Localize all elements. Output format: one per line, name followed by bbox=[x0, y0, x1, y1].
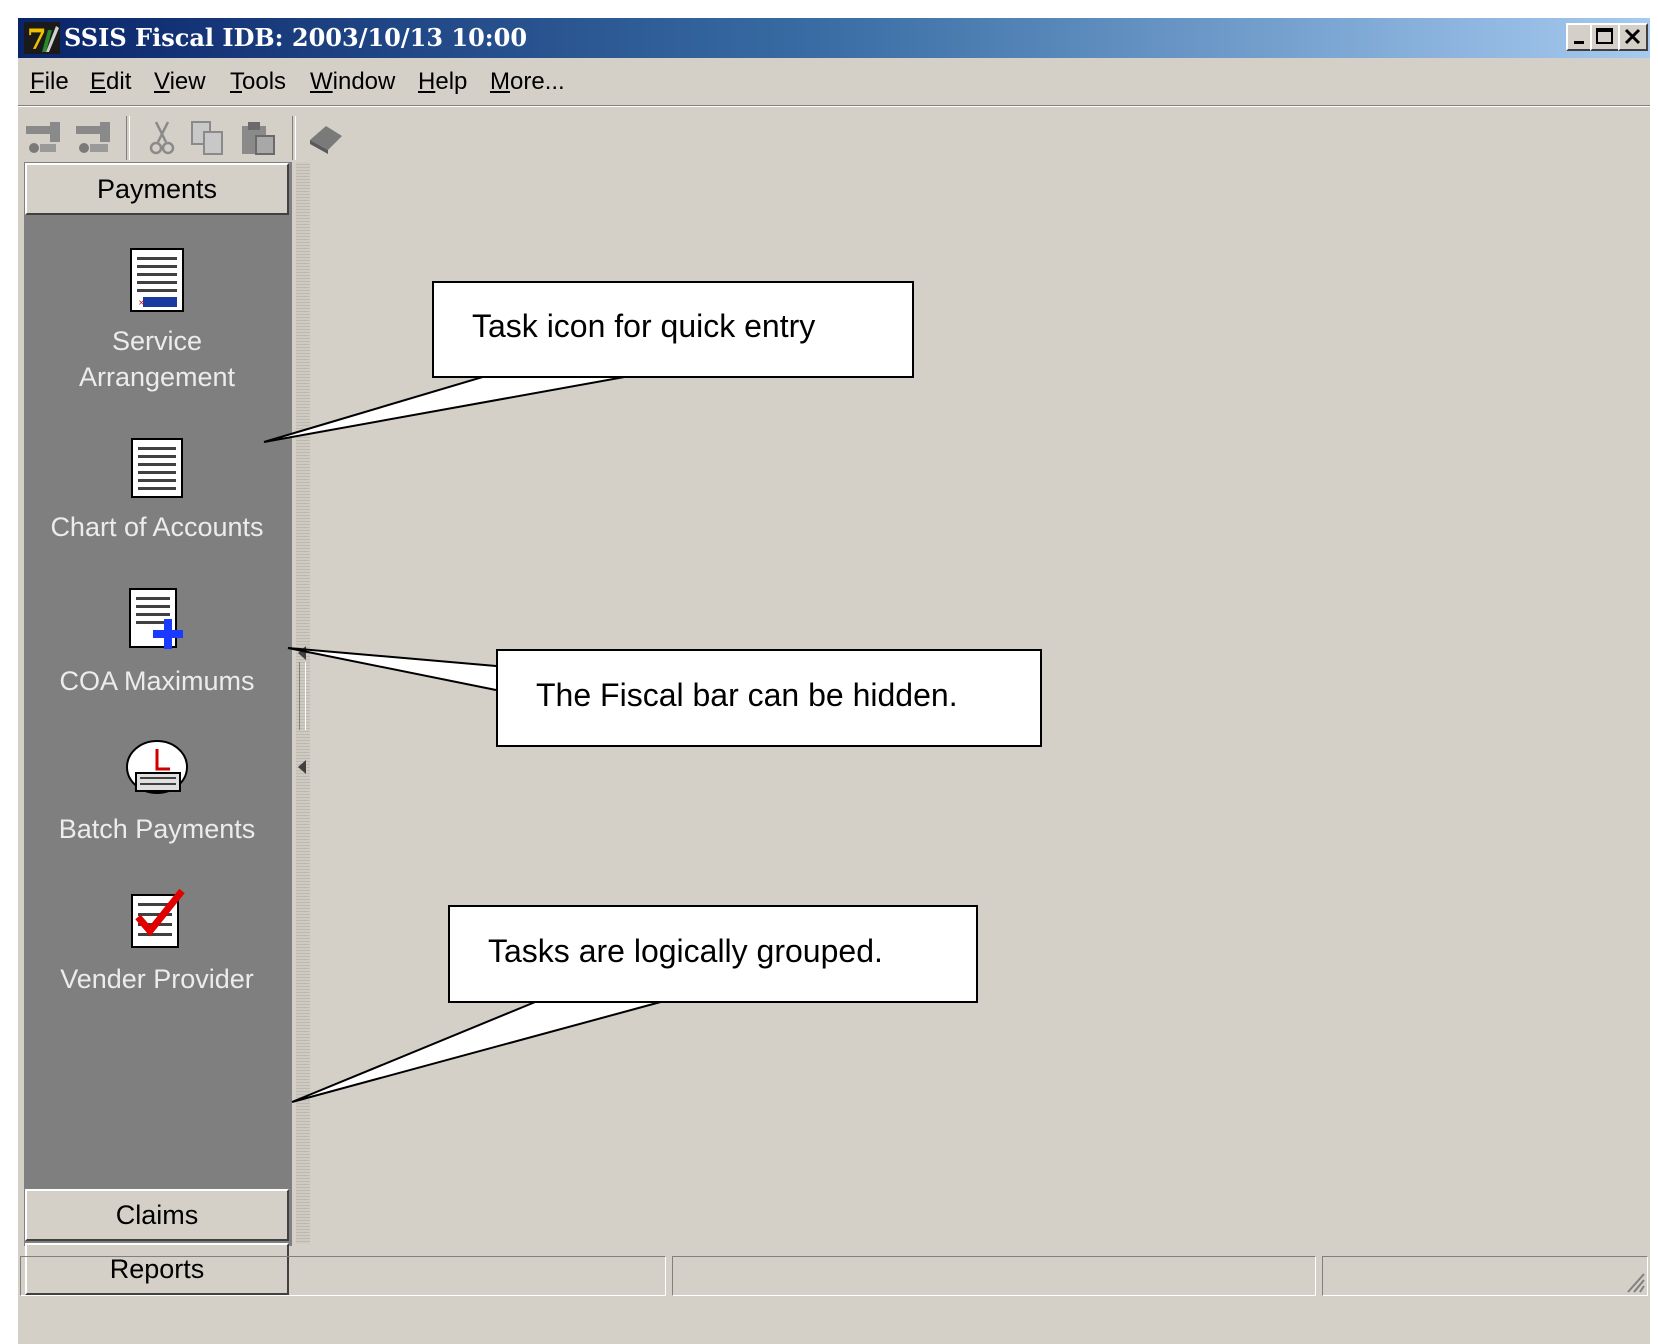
title-bar[interactable]: 7 SSIS Fiscal IDB: 2003/10/13 10:00 bbox=[18, 18, 1650, 58]
task-coa-maximums[interactable]: COA Maximums bbox=[25, 587, 289, 699]
callout-fiscal-bar: The Fiscal bar can be hidden. bbox=[496, 649, 1042, 747]
coa-maximums-icon bbox=[129, 588, 183, 649]
toolbar-separator bbox=[126, 116, 130, 160]
task-vender-provider[interactable]: Vender Provider bbox=[25, 887, 289, 997]
menu-window[interactable]: Window bbox=[310, 66, 395, 98]
window-title: SSIS Fiscal IDB: 2003/10/13 10:00 bbox=[64, 23, 528, 52]
app-logo-icon: 7 bbox=[24, 22, 60, 54]
status-pane-left bbox=[20, 1256, 666, 1296]
cut-icon[interactable] bbox=[142, 118, 182, 158]
task-label-line2: Arrangement bbox=[78, 362, 236, 392]
status-pane-right bbox=[1322, 1256, 1648, 1296]
toolbar-separator bbox=[292, 116, 296, 160]
callout-task-icon: Task icon for quick entry bbox=[432, 281, 914, 378]
menu-toolbar-divider bbox=[18, 105, 1650, 107]
splitter-grip bbox=[299, 662, 306, 730]
menu-view[interactable]: View bbox=[154, 66, 206, 98]
menu-more[interactable]: More... bbox=[490, 66, 565, 98]
task-label: COA Maximums bbox=[59, 666, 255, 696]
menu-help[interactable]: Help bbox=[418, 66, 467, 98]
sign-on-icon[interactable] bbox=[24, 118, 64, 158]
collapse-arrow-icon[interactable] bbox=[298, 760, 306, 774]
menu-bar: File Edit View Tools Window Help More... bbox=[18, 62, 1650, 102]
close-button[interactable] bbox=[1618, 23, 1648, 51]
vender-provider-icon bbox=[131, 888, 185, 948]
service-arrangement-icon: × bbox=[130, 248, 184, 312]
menu-edit[interactable]: Edit bbox=[90, 66, 131, 98]
menu-file[interactable]: File bbox=[30, 66, 69, 98]
collapse-arrow-icon[interactable] bbox=[298, 646, 306, 660]
task-chart-of-accounts[interactable]: Chart of Accounts bbox=[25, 437, 289, 545]
maximize-icon bbox=[1596, 28, 1613, 44]
fiscal-bar-splitter[interactable] bbox=[296, 162, 310, 1244]
fiscal-bar: Payments × Service Arrangement Chart of … bbox=[24, 162, 292, 1295]
toolbar bbox=[18, 108, 1650, 164]
maximize-button[interactable] bbox=[1590, 23, 1620, 51]
svg-text:×: × bbox=[138, 298, 145, 307]
close-icon bbox=[1624, 28, 1641, 45]
batch-payments-icon bbox=[126, 740, 188, 794]
resize-grip-icon[interactable] bbox=[1622, 1268, 1646, 1294]
chart-of-accounts-icon bbox=[131, 438, 183, 498]
task-service-arrangement[interactable]: × Service Arrangement bbox=[25, 247, 289, 395]
menu-tools[interactable]: Tools bbox=[230, 66, 286, 98]
application-screenshot: 7 SSIS Fiscal IDB: 2003/10/13 10:00 File… bbox=[0, 0, 1658, 1344]
eraser-icon[interactable] bbox=[306, 118, 346, 158]
copy-icon[interactable] bbox=[188, 118, 228, 158]
task-label: Service bbox=[111, 326, 203, 356]
sign-off-icon[interactable] bbox=[74, 118, 114, 158]
payments-task-panel: × Service Arrangement Chart of Accounts bbox=[25, 217, 289, 1187]
task-batch-payments[interactable]: Batch Payments bbox=[25, 737, 289, 847]
group-claims-button[interactable]: Claims bbox=[25, 1189, 289, 1241]
callout-task-groups: Tasks are logically grouped. bbox=[448, 905, 978, 1003]
task-label: Batch Payments bbox=[58, 814, 256, 844]
paste-icon[interactable] bbox=[238, 118, 278, 158]
status-bar bbox=[18, 1250, 1650, 1344]
status-pane-middle bbox=[672, 1256, 1316, 1296]
task-label: Vender Provider bbox=[60, 964, 254, 994]
task-label: Chart of Accounts bbox=[50, 512, 264, 542]
group-payments-button[interactable]: Payments bbox=[25, 163, 289, 215]
